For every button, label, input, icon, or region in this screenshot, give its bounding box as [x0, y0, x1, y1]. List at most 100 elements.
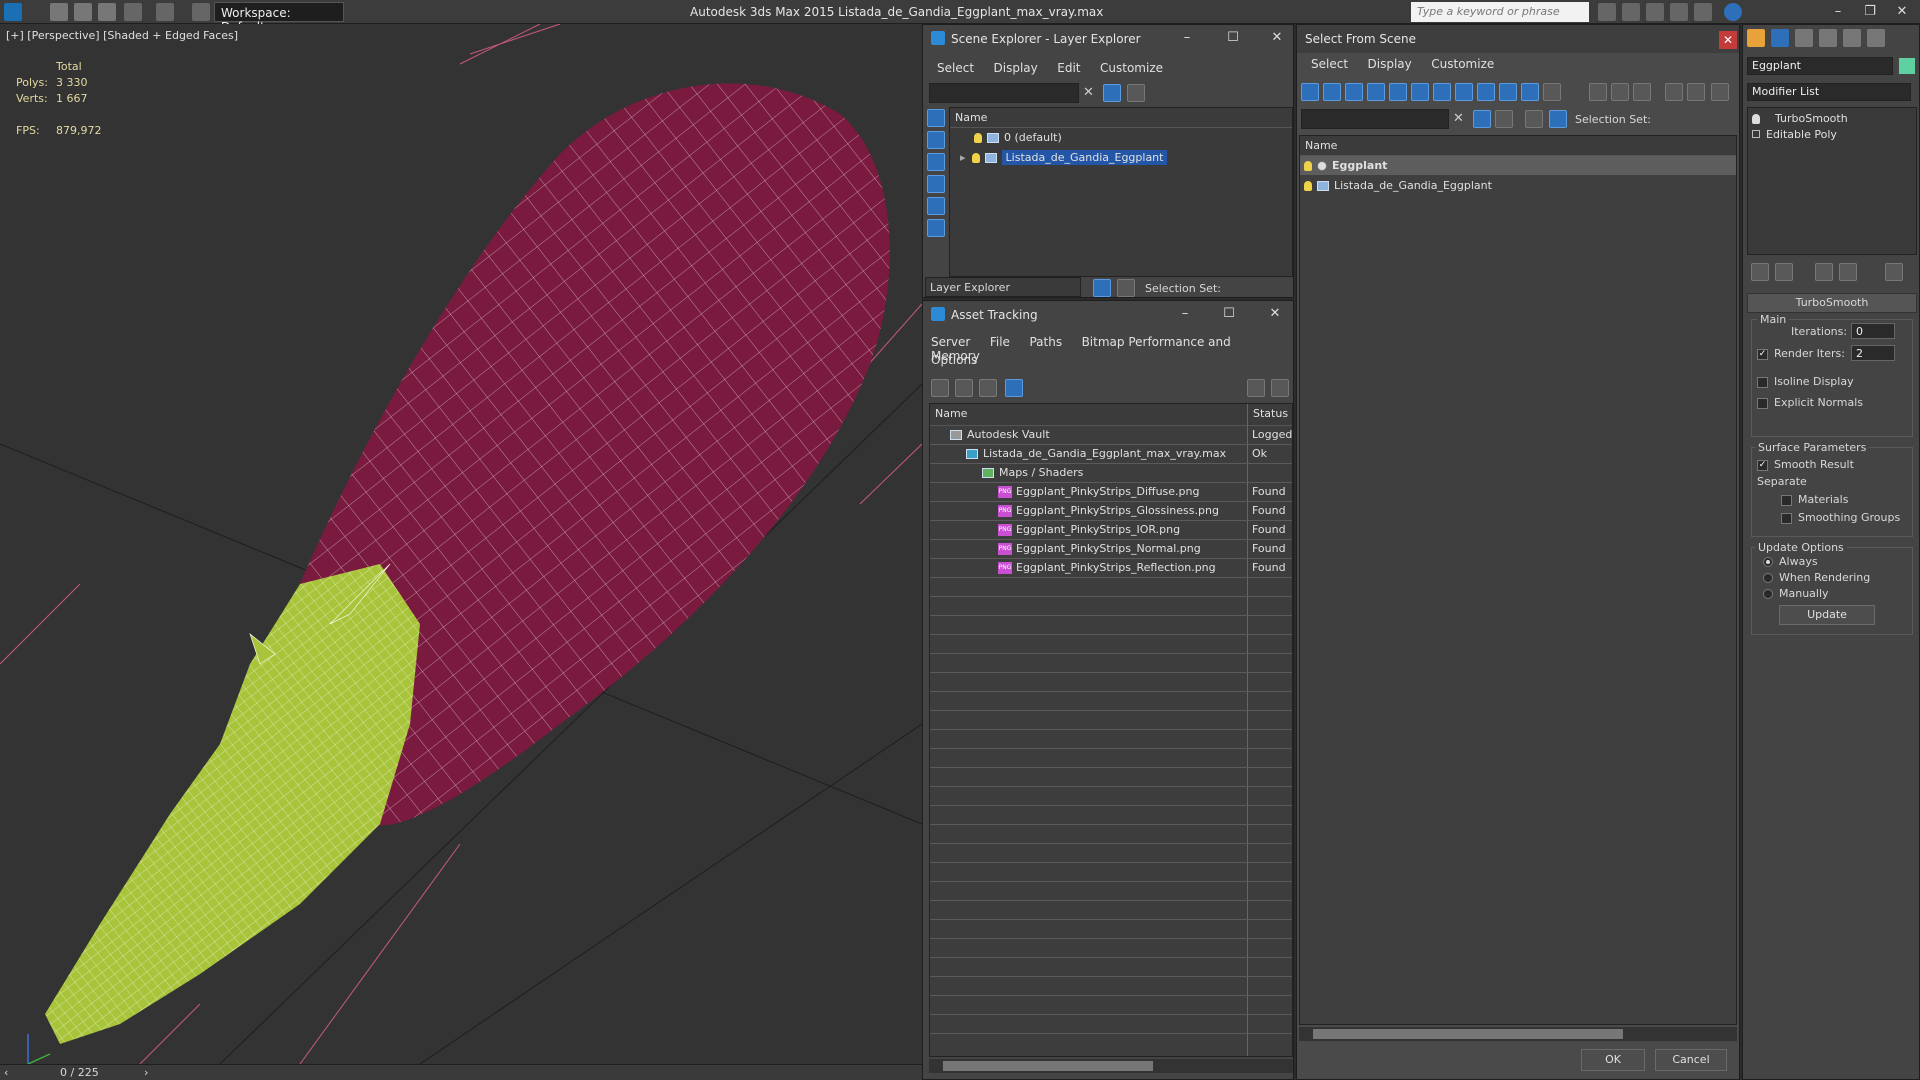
layer-explorer-icon[interactable]	[1525, 110, 1543, 128]
remove-modifier-icon[interactable]	[1839, 263, 1857, 281]
app-logo-icon[interactable]	[4, 3, 22, 21]
iterations-spinner[interactable]: 0	[1851, 323, 1895, 339]
select-from-scene-close-button[interactable]: ✕	[1719, 31, 1737, 49]
smooth-result-checkbox[interactable]: ✓	[1757, 459, 1768, 471]
select-shapes-icon[interactable]	[1323, 83, 1341, 101]
asset-row[interactable]: Listada_de_Gandia_Eggplant_max_vray.max O…	[930, 445, 1292, 464]
menu-paths[interactable]: Paths	[1029, 335, 1062, 349]
update-button[interactable]: Update	[1779, 605, 1875, 625]
configure-modifier-sets-icon[interactable]	[1885, 263, 1903, 281]
select-search-input[interactable]	[1301, 109, 1449, 129]
display-geometry-icon[interactable]	[927, 109, 945, 127]
asset-horizontal-scrollbar[interactable]	[929, 1059, 1293, 1073]
menu-customize[interactable]: Customize	[1100, 61, 1163, 75]
layer-explorer-icon[interactable]	[1093, 279, 1111, 297]
modifier-list-dropdown[interactable]: Modifier List	[1747, 83, 1911, 101]
clear-search-icon[interactable]: ✕	[1083, 85, 1094, 100]
select-frozen-icon[interactable]	[1521, 83, 1539, 101]
asset-row[interactable]: Autodesk Vault Logged	[930, 426, 1292, 445]
menu-display[interactable]: Display	[994, 61, 1038, 75]
utilities-tab-icon[interactable]	[1867, 29, 1885, 47]
thumbnail-view-icon[interactable]	[979, 379, 997, 397]
display-cameras-icon[interactable]	[927, 175, 945, 193]
isoline-checkbox[interactable]	[1757, 376, 1768, 388]
scene-explorer-close-button[interactable]: ✕	[1263, 28, 1291, 48]
save-file-icon[interactable]	[98, 3, 116, 21]
make-unique-icon[interactable]	[1815, 263, 1833, 281]
filter-funnel-icon[interactable]	[1665, 83, 1683, 101]
select-hidden-icon[interactable]	[1543, 83, 1561, 101]
display-lights-icon[interactable]	[927, 153, 945, 171]
pin-stack-icon[interactable]	[1751, 263, 1769, 281]
render-iters-checkbox[interactable]: ✓	[1757, 348, 1768, 360]
filter-icon[interactable]	[1103, 84, 1121, 102]
select-none-icon[interactable]	[1611, 83, 1629, 101]
when-rendering-radio[interactable]	[1763, 573, 1773, 583]
object-row-layer[interactable]: Listada_de_Gandia_Eggplant	[1300, 176, 1736, 195]
select-horizontal-scrollbar[interactable]	[1299, 1027, 1737, 1041]
asset-row[interactable]: Maps / Shaders	[930, 464, 1292, 483]
update-manually-option[interactable]: Manually	[1763, 587, 1829, 600]
refresh-icon[interactable]	[931, 379, 949, 397]
always-radio[interactable]	[1763, 557, 1773, 567]
timeline-next-icon[interactable]: ›	[144, 1066, 148, 1079]
select-invert-icon[interactable]	[1633, 83, 1651, 101]
light-bulb-icon[interactable]	[1304, 161, 1312, 171]
asset-tracking-close-button[interactable]: ✕	[1261, 304, 1289, 324]
light-bulb-icon[interactable]	[971, 153, 980, 163]
new-file-icon[interactable]	[50, 3, 68, 21]
hierarchy-toggle-icon[interactable]	[1549, 110, 1567, 128]
layer-row-eggplant[interactable]: ▸ Listada_de_Gandia_Eggplant	[956, 148, 1290, 167]
display-tab-icon[interactable]	[1843, 29, 1861, 47]
hierarchy-icon[interactable]	[1117, 279, 1135, 297]
hierarchy-tab-icon[interactable]	[1795, 29, 1813, 47]
scene-explorer-maximize-button[interactable]: ☐	[1219, 28, 1247, 48]
object-color-swatch[interactable]	[1899, 58, 1915, 74]
hierarchy-icon[interactable]	[1687, 83, 1705, 101]
select-all-icon[interactable]	[1589, 83, 1607, 101]
perspective-viewport[interactable]: [+] [Perspective] [Shaded + Edged Faces]…	[0, 24, 922, 1064]
asset-row[interactable]: PNG Eggplant_PinkyStrips_IOR.png Found	[930, 521, 1292, 540]
menu-select[interactable]: Select	[937, 61, 974, 75]
asset-tracking-maximize-button[interactable]: ☐	[1215, 304, 1243, 324]
smooth-result-option[interactable]: ✓ Smooth Result	[1757, 458, 1854, 471]
object-name-input[interactable]: Eggplant	[1747, 57, 1893, 75]
menu-server[interactable]: Server	[931, 335, 970, 349]
undo-icon[interactable]	[124, 3, 142, 21]
scene-explorer-search-input[interactable]	[929, 83, 1079, 103]
menu-file[interactable]: File	[990, 335, 1010, 349]
expand-arrow-icon[interactable]: ▸	[960, 151, 966, 164]
light-bulb-icon[interactable]	[1304, 181, 1312, 191]
select-spacewarps-icon[interactable]	[1411, 83, 1429, 101]
scene-explorer-minimize-button[interactable]: –	[1173, 28, 1201, 48]
viewport-label[interactable]: [+] [Perspective] [Shaded + Edged Faces]	[6, 29, 238, 42]
explorer-type-dropdown[interactable]: Layer Explorer	[925, 277, 1081, 297]
settings-icon[interactable]	[1271, 379, 1289, 397]
motion-tab-icon[interactable]	[1819, 29, 1837, 47]
asset-row[interactable]: PNG Eggplant_PinkyStrips_Reflection.png Fo…	[930, 559, 1292, 578]
tools-icon[interactable]	[1622, 3, 1640, 21]
minimize-button[interactable]: –	[1824, 2, 1852, 22]
project-folder-icon[interactable]	[192, 3, 210, 21]
help-icon[interactable]	[1247, 379, 1265, 397]
explicit-normals-checkbox[interactable]	[1757, 397, 1768, 409]
display-helpers-icon[interactable]	[927, 197, 945, 215]
layer-row-default[interactable]: 0 (default)	[970, 128, 1290, 147]
turbosmooth-rollout-header[interactable]: TurboSmooth	[1747, 293, 1917, 313]
select-helpers-icon[interactable]	[1389, 83, 1407, 101]
menu-options[interactable]: Options	[931, 353, 977, 367]
stack-item-editable-poly[interactable]: Editable Poly	[1752, 128, 1912, 147]
cancel-button[interactable]: Cancel	[1655, 1049, 1727, 1071]
options-icon[interactable]	[1711, 83, 1729, 101]
smoothing-groups-option[interactable]: Smoothing Groups	[1781, 511, 1900, 524]
select-geometry-icon[interactable]	[1301, 83, 1319, 101]
display-spacewarps-icon[interactable]	[927, 219, 945, 237]
select-groups-icon[interactable]	[1433, 83, 1451, 101]
help-icon[interactable]	[1724, 3, 1742, 21]
menu-display[interactable]: Display	[1368, 57, 1412, 71]
menu-customize[interactable]: Customize	[1431, 57, 1494, 71]
asset-status-column[interactable]: Status	[1248, 404, 1292, 426]
light-bulb-icon[interactable]	[1752, 114, 1760, 124]
manually-radio[interactable]	[1763, 589, 1773, 599]
x-icon[interactable]	[1694, 3, 1712, 21]
